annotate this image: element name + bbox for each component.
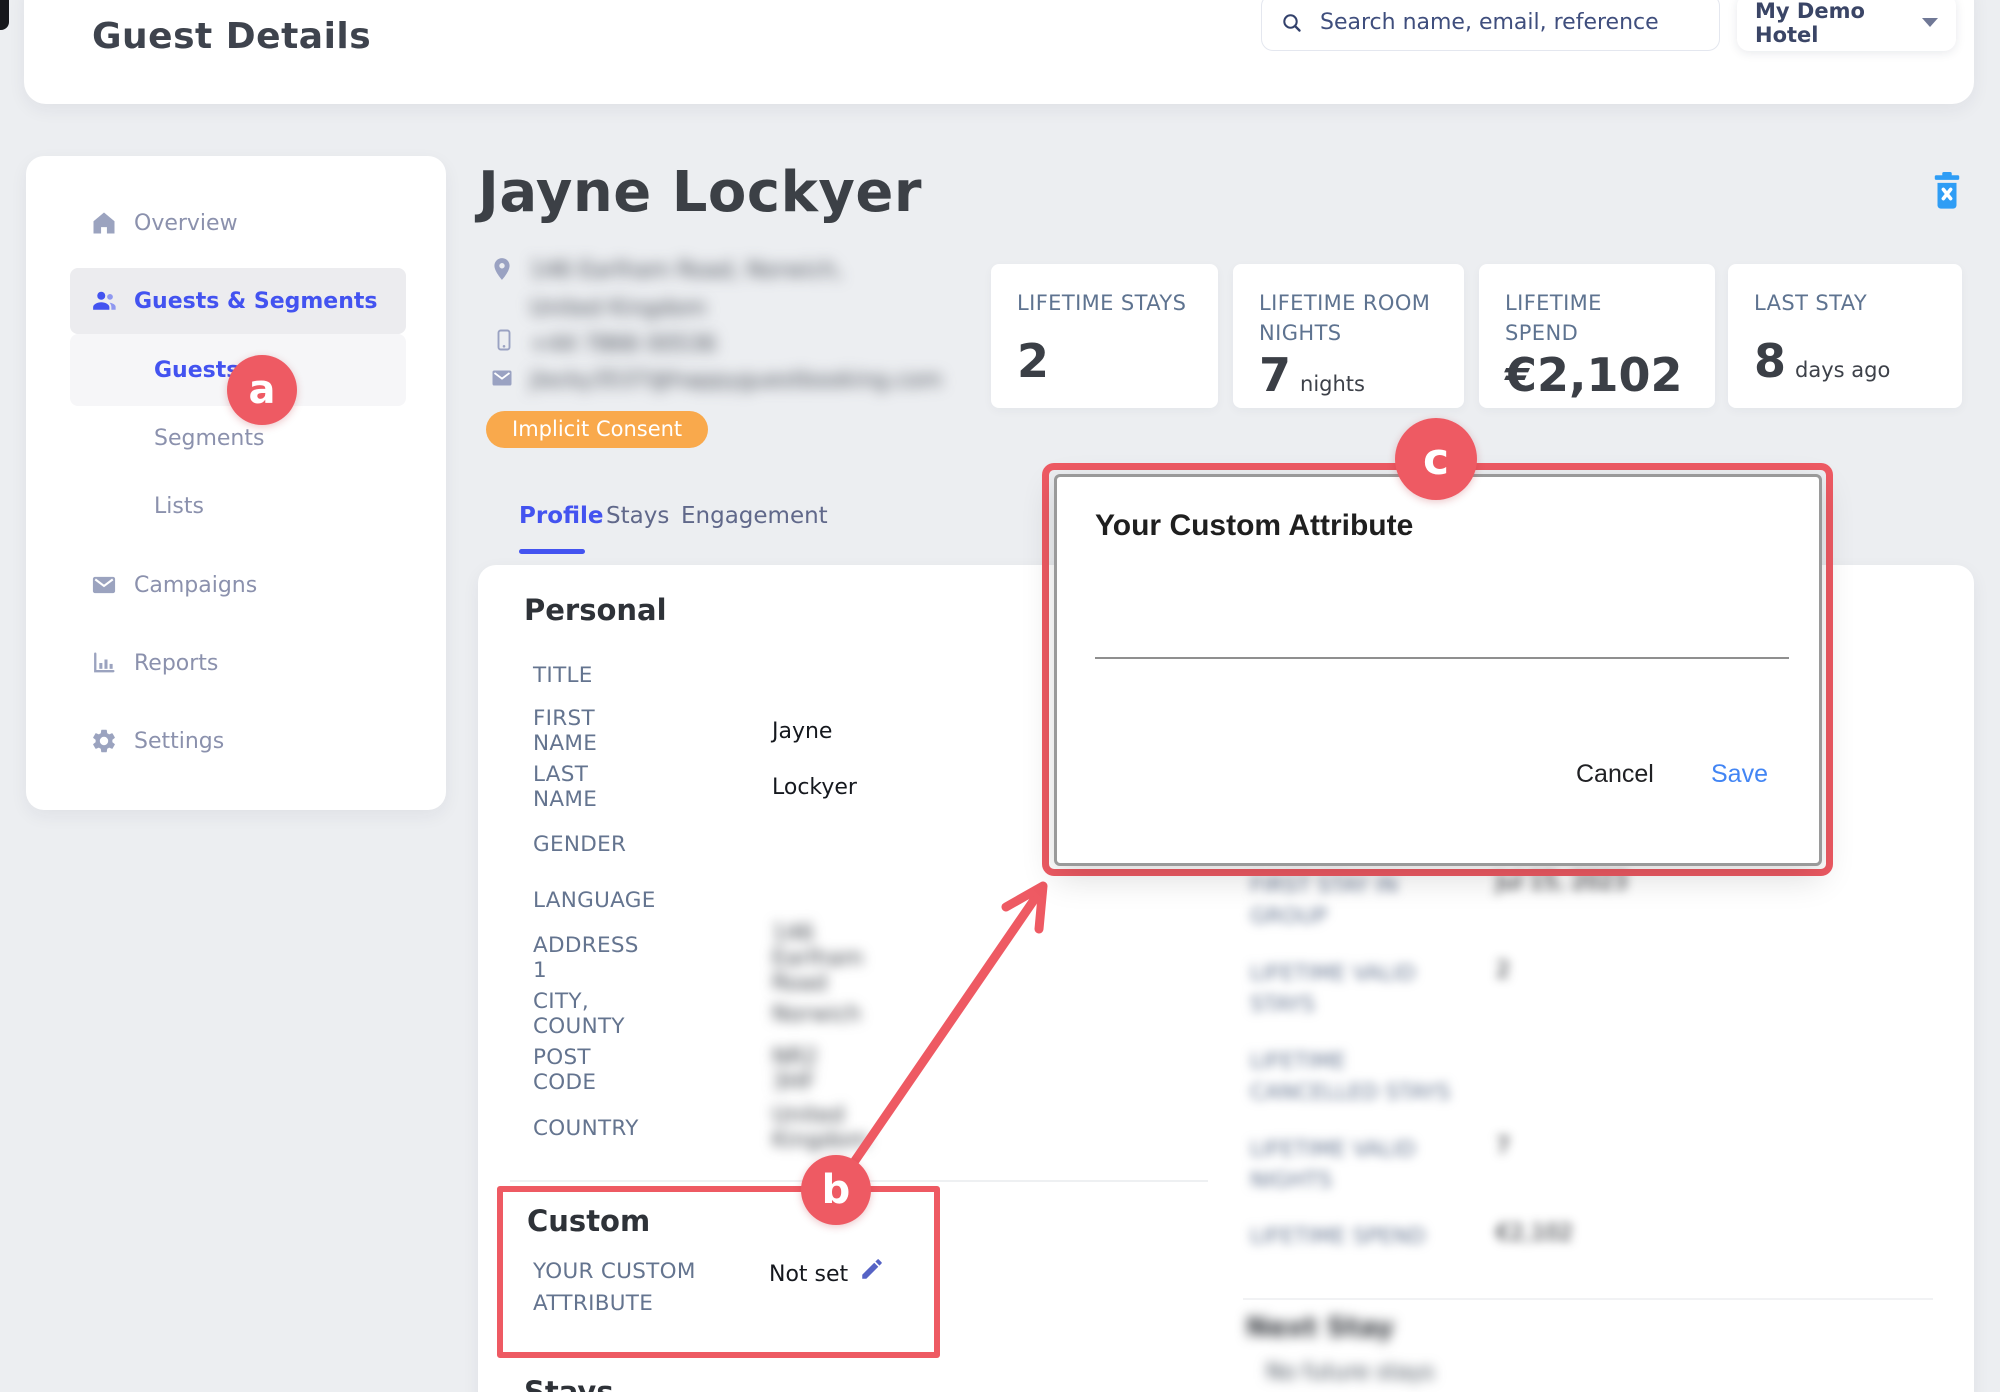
stat-label: LAST STAY [1754,288,1929,318]
sidebar-item-label: Segments [90,426,264,451]
sidebar-item-overview[interactable]: Overview [70,190,406,256]
header-bar: Guest Details My Demo Hotel [24,0,1974,104]
users-icon [90,286,120,316]
stat-label: LIFETIME ROOM NIGHTS [1259,288,1434,348]
stat-label: LIFETIME STAYS [1017,288,1192,318]
guest-address-line1: 146 Earlham Road, Norwich, [530,258,843,283]
hotel-selector-label: My Demo Hotel [1755,0,1922,47]
consent-badge: Implicit Consent [486,411,708,448]
home-icon [90,208,120,238]
cancel-button[interactable]: Cancel [1576,760,1654,789]
next-stay-text: No future stays [1266,1360,1434,1385]
stat-field-value: 2 [1496,958,1510,983]
search-icon [1280,11,1304,35]
custom-attribute-input[interactable] [1095,615,1789,659]
guest-phone: +44 7866 00536 [530,332,716,357]
field-label: GENDER [533,832,626,857]
gear-icon [90,726,120,756]
field-label: FIRST NAME [533,706,597,756]
stat-card-lifetime-stays: LIFETIME STAYS 2 [991,264,1218,408]
custom-section-annotation-box: Custom YOUR CUSTOM ATTRIBUTE Not set [497,1186,940,1358]
sidebar-item-label: Reports [134,651,218,676]
field-label: CITY, COUNTY [533,989,625,1039]
stat-value: €2,102 [1505,348,1683,402]
modal-title: Your Custom Attribute [1095,509,1413,543]
stat-field-label: LIFETIME CANCELLED STAYS [1250,1046,1465,1108]
edit-custom-attribute-button[interactable] [859,1256,887,1284]
tab-profile[interactable]: Profile [519,503,604,529]
delete-guest-button[interactable] [1930,172,1964,210]
tab-engagement[interactable]: Engagement [681,503,828,529]
field-label: POST CODE [533,1045,596,1095]
search-input[interactable] [1318,9,1702,36]
field-label: COUNTRY [533,1116,639,1141]
stat-value: 7 [1259,348,1291,402]
tab-stays[interactable]: Stays [606,503,669,529]
custom-attribute-label: YOUR CUSTOM ATTRIBUTE [533,1256,728,1320]
next-stay-heading: Next Stay [1246,1312,1394,1343]
stat-value: 2 [1017,334,1049,388]
stat-field-label: LIFETIME SPEND [1250,1221,1465,1252]
custom-attribute-value: Not set [769,1262,848,1287]
field-label: LANGUAGE [533,888,656,913]
page-title: Guest Details [92,16,371,57]
stat-field-label: LIFETIME VALID NIGHTS [1250,1134,1465,1196]
trash-icon [1930,172,1964,210]
guest-name: Jayne Lockyer [478,160,922,225]
stat-label: LIFETIME SPEND [1505,288,1680,348]
sidebar-item-campaigns[interactable]: Campaigns [70,552,406,618]
stat-card-lifetime-room-nights: LIFETIME ROOM NIGHTS 7 nights [1233,264,1464,408]
guest-email: jlocky3537@happyguestbooking.com [530,368,942,393]
stat-field-value: 7 [1496,1134,1510,1159]
sidebar-item-reports[interactable]: Reports [70,630,406,696]
section-divider [1243,1298,1933,1300]
sidebar-item-lists[interactable]: Lists [70,473,406,539]
mail-icon [90,570,120,600]
pencil-icon [859,1256,885,1282]
custom-section-heading: Custom [527,1204,650,1238]
field-value: Jayne [772,719,832,744]
stat-card-lifetime-spend: LIFETIME SPEND €2,102 [1479,264,1715,408]
stat-field-value: €2,102 [1496,1221,1573,1246]
sidebar-item-label: Campaigns [134,573,257,598]
annotation-badge-c: c [1395,418,1477,500]
field-value: Lockyer [772,775,857,800]
stat-suffix: days ago [1795,358,1890,382]
stat-field-label: LIFETIME VALID STAYS [1250,958,1465,1020]
guest-address-line2: United Kingdom [530,296,707,321]
save-button[interactable]: Save [1711,760,1768,789]
sidebar-item-label: Guests [90,358,239,383]
phone-icon [492,326,516,354]
bar-chart-icon [90,648,120,678]
stat-field-label: FIRST STAY IN GROUP [1250,870,1465,932]
stays-section-heading-partial: Stays [524,1375,614,1392]
custom-attribute-modal: Your Custom Attribute Cancel Save [1054,474,1822,866]
sidebar-item-label: Guests & Segments [134,289,377,314]
window-corner [0,0,9,30]
hotel-selector[interactable]: My Demo Hotel [1737,0,1956,51]
stat-value: 8 [1754,334,1786,388]
sidebar: Overview Guests & Segments Guests Segmen… [26,156,446,810]
annotation-badge-b: b [801,1155,871,1225]
personal-section-heading: Personal [524,593,667,627]
stat-card-last-stay: LAST STAY 8 days ago [1728,264,1962,408]
active-tab-underline [519,549,585,554]
field-label: ADDRESS 1 [533,933,639,983]
annotation-badge-a: a [227,355,297,425]
sidebar-item-label: Lists [90,494,204,519]
search-box[interactable] [1261,0,1720,51]
sidebar-item-label: Settings [134,729,224,754]
sidebar-item-label: Overview [134,211,238,236]
stat-suffix: nights [1300,372,1365,396]
field-label: TITLE [533,663,593,688]
location-pin-icon [489,254,515,284]
sidebar-item-guests-segments[interactable]: Guests & Segments [70,268,406,334]
email-icon [489,366,515,390]
sidebar-item-settings[interactable]: Settings [70,708,406,774]
chevron-down-icon [1922,18,1938,27]
field-label: LAST NAME [533,762,597,812]
